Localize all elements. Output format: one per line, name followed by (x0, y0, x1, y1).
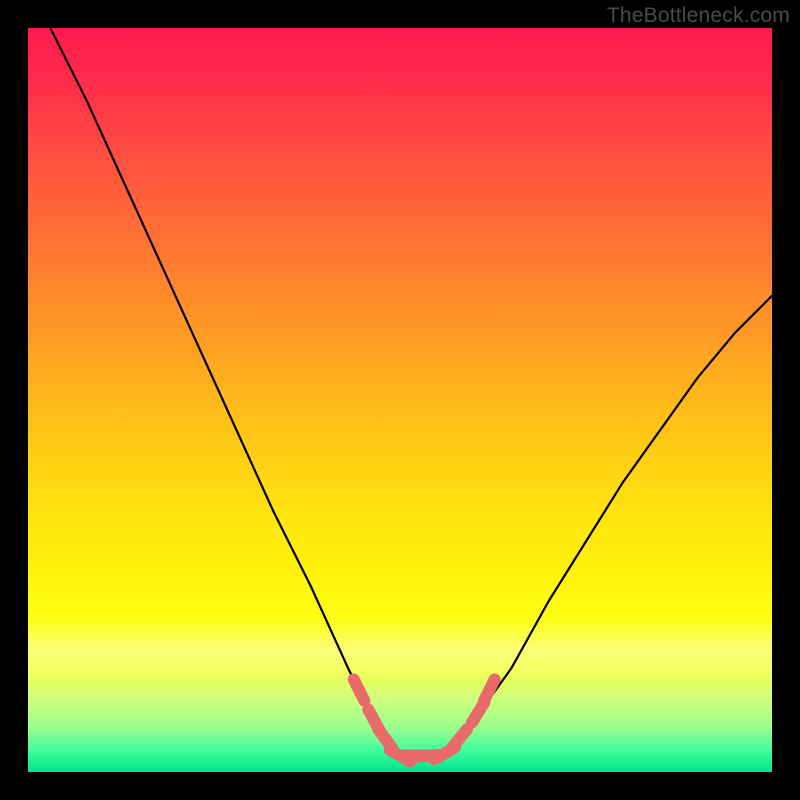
bottleneck-curve (50, 28, 772, 757)
plot-area (28, 28, 772, 772)
valley-marker (452, 729, 467, 747)
curve-layer (28, 28, 772, 772)
chart-frame: TheBottleneck.com (0, 0, 800, 800)
watermark-text: TheBottleneck.com (607, 4, 790, 28)
valley-marker (484, 680, 495, 701)
valley-marker (354, 680, 365, 701)
